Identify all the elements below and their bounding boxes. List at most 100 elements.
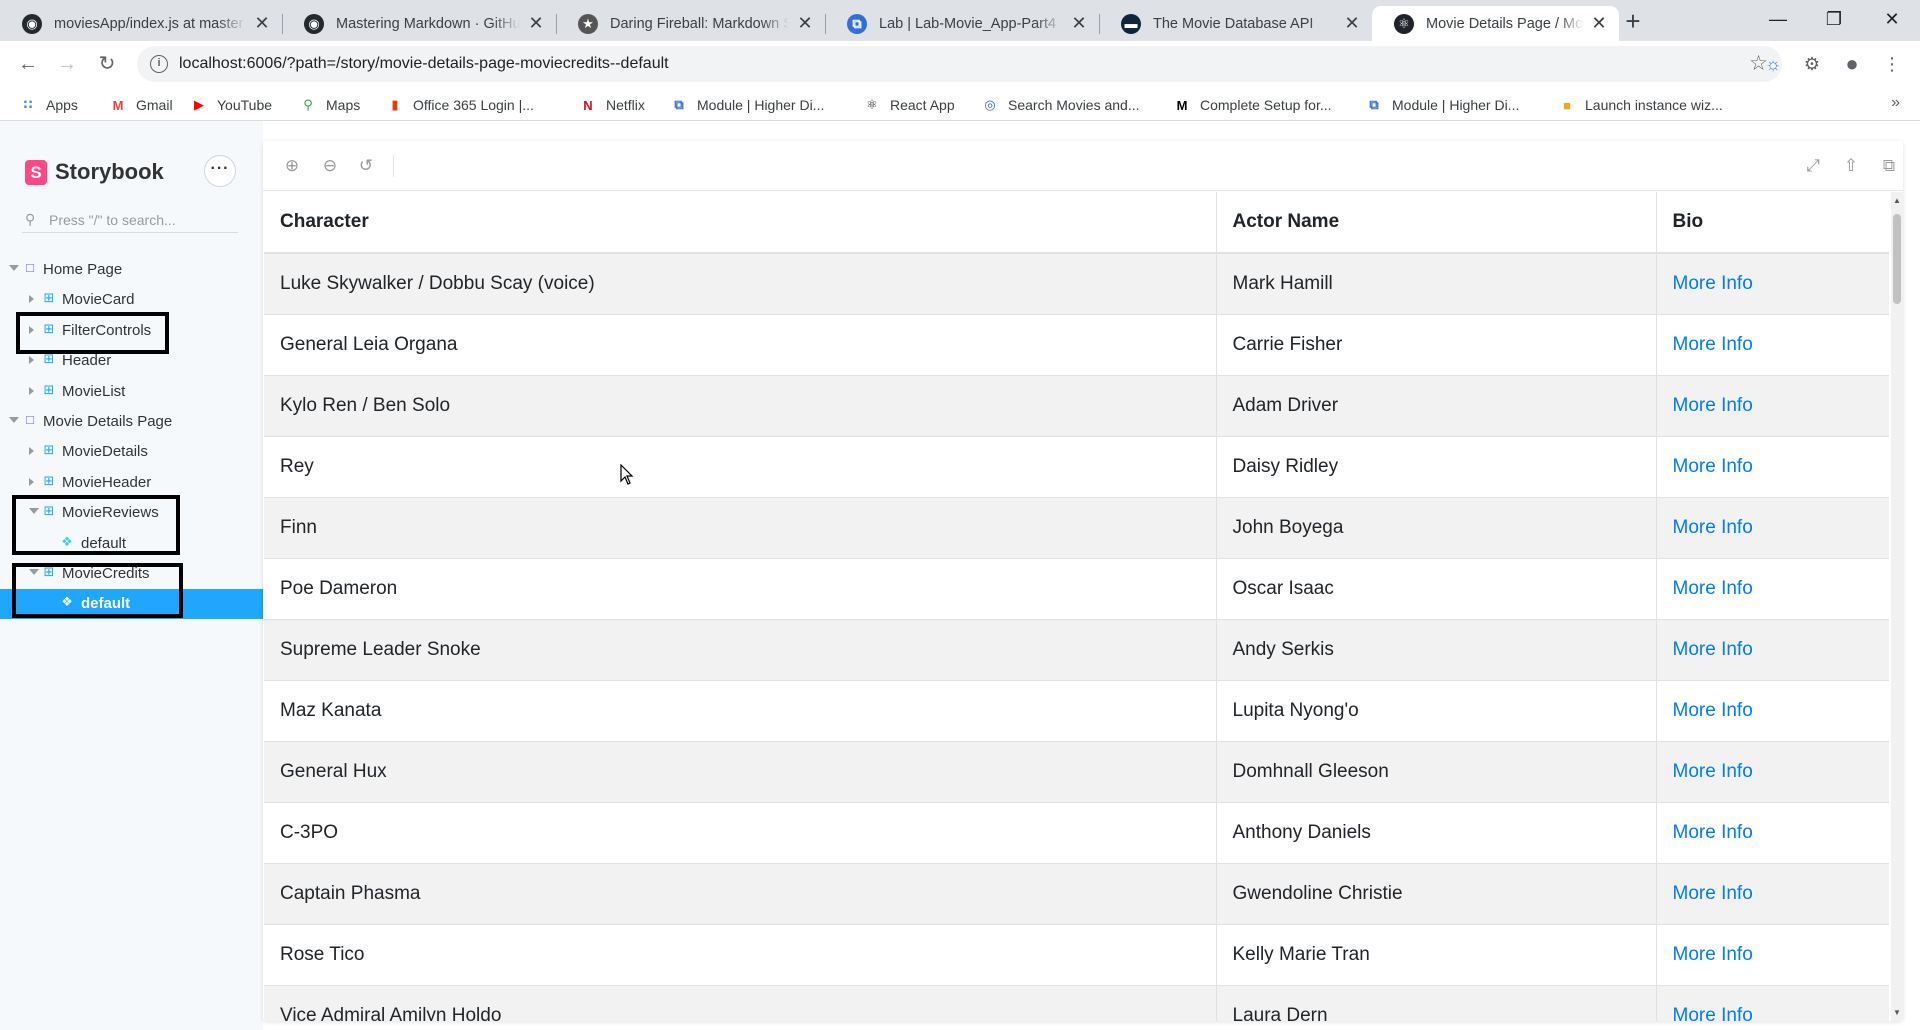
profile-avatar-icon[interactable]: ● (1840, 52, 1864, 76)
bookmark-item[interactable]: ⚛ React App (864, 94, 955, 116)
address-url[interactable]: localhost:6006/?path=/story/movie-detail… (179, 55, 669, 73)
bookmark-item[interactable]: ⧉ Module | Higher Di... (671, 94, 824, 116)
scroll-down-arrow-icon[interactable]: ▼ (1893, 1008, 1901, 1017)
tab-title: Mastering Markdown · GitHub (336, 15, 520, 32)
search-input[interactable]: ⚲ Press "/" to search... (22, 209, 238, 233)
sidebar-item-moviecard[interactable]: ⊞ MovieCard (0, 285, 263, 315)
chevron-right-icon[interactable] (29, 295, 34, 303)
back-arrow-icon[interactable]: ← (14, 50, 42, 78)
character-cell: Rey (264, 435, 1216, 497)
vertical-scrollbar[interactable]: ▲ ▼ (1891, 192, 1903, 1021)
chevron-right-icon[interactable] (29, 356, 34, 364)
sidebar-item-home-page[interactable]: □ Home Page (0, 255, 263, 285)
more-info-link[interactable]: More Info (1673, 761, 1753, 782)
chevron-down-icon[interactable] (9, 265, 19, 271)
bookmark-item[interactable]: ⚲ Maps (300, 94, 360, 116)
tmdb-icon: ▬ (1121, 13, 1141, 34)
bookmark-label: React App (890, 97, 955, 113)
more-info-link[interactable]: More Info (1673, 883, 1753, 904)
restore-window-button[interactable]: ❐ (1811, 4, 1857, 34)
browser-tab[interactable]: ⧉ Lab | Lab-Movie_App-Part4 ✕ (825, 6, 1099, 41)
sidebar-item-moviedetails[interactable]: ⊞ MovieDetails (0, 437, 263, 467)
folder-icon: □ (26, 260, 34, 275)
actor-name-cell: Laura Dern (1215, 984, 1656, 1021)
storybook-logo[interactable]: S Storybook (25, 159, 164, 185)
folder-icon: □ (26, 412, 34, 427)
fullscreen-icon[interactable]: ⤢ (1802, 155, 1824, 177)
chrome-menu-icon[interactable]: ⋮ (1880, 52, 1904, 76)
close-tab-icon[interactable]: ✕ (1589, 13, 1609, 34)
bookmark-item[interactable]: ■ Launch instance wiz... (1559, 94, 1723, 116)
bookmark-item[interactable]: M Complete Setup for... (1174, 94, 1332, 116)
table-row: Rose Tico Kelly Marie Tran More Info (264, 923, 1889, 985)
bookmark-item[interactable]: ∷ Apps (20, 94, 77, 116)
component-icon: ⊞ (43, 351, 55, 366)
more-info-link[interactable]: More Info (1673, 456, 1753, 477)
close-window-button[interactable]: ✕ (1869, 4, 1915, 34)
close-tab-icon[interactable]: ✕ (1342, 13, 1362, 34)
component-icon: ⊞ (43, 442, 55, 457)
reset-zoom-icon[interactable]: ↺ (355, 155, 377, 177)
character-cell: Rose Tico (264, 923, 1216, 985)
zoom-in-icon[interactable]: ⊕ (281, 155, 303, 177)
close-tab-icon[interactable]: ✕ (1069, 13, 1089, 34)
bookmark-item[interactable]: N Netflix (580, 94, 645, 116)
share-icon[interactable]: ⇧ (1840, 155, 1862, 177)
more-info-link[interactable]: More Info (1673, 1005, 1753, 1021)
actor-name-cell: Gwendoline Christie (1215, 862, 1656, 924)
table-header-row: Character Actor Name Bio (264, 192, 1889, 254)
browser-tab[interactable]: ★ Daring Fireball: Markdown Syntax ✕ (556, 6, 825, 41)
minimize-window-button[interactable]: — (1755, 4, 1801, 34)
bookmark-item[interactable]: ◎ Search Movies and... (982, 94, 1139, 116)
browser-tab-strip: + — ❐ ✕ ◉ moviesApp/index.js at master ✕ ◉ M… (0, 0, 1920, 41)
table-row: Supreme Leader Snoke Andy Serkis More Info (264, 618, 1889, 680)
more-info-link[interactable]: More Info (1673, 944, 1753, 965)
puzzle-extensions-icon[interactable]: ⚙ (1800, 52, 1824, 76)
search-movies-icon: ◎ (984, 97, 996, 112)
character-cell: General Hux (264, 740, 1216, 802)
close-tab-icon[interactable]: ✕ (526, 13, 546, 34)
sidebar-item-movie-details-page[interactable]: □ Movie Details Page (0, 407, 263, 437)
bookmark-item[interactable]: ▮ Office 365 Login |... (387, 94, 533, 116)
character-cell: Captain Phasma (264, 862, 1216, 924)
extension-icon[interactable]: ☼ (1761, 52, 1785, 76)
close-tab-icon[interactable]: ✕ (252, 13, 272, 34)
sidebar-item-movielist[interactable]: ⊞ MovieList (0, 377, 263, 407)
browser-tab[interactable]: ◉ Mastering Markdown · GitHub ✕ (282, 6, 556, 41)
more-info-link[interactable]: More Info (1673, 822, 1753, 843)
chevron-down-icon[interactable] (9, 417, 19, 423)
chevron-right-icon[interactable] (29, 478, 34, 486)
more-info-link[interactable]: More Info (1673, 273, 1753, 294)
more-info-link[interactable]: More Info (1673, 578, 1753, 599)
browser-tab[interactable]: ◉ moviesApp/index.js at master ✕ (0, 6, 282, 41)
copy-link-icon[interactable]: ⧉ (1878, 155, 1900, 177)
scroll-up-arrow-icon[interactable]: ▲ (1893, 196, 1901, 205)
chevron-right-icon[interactable] (29, 447, 34, 455)
more-info-link[interactable]: More Info (1673, 700, 1753, 721)
scrollbar-thumb[interactable] (1893, 214, 1901, 304)
site-info-icon[interactable]: i (150, 55, 168, 73)
module-icon: ⧉ (674, 97, 684, 112)
credits-table-container: Character Actor Name Bio Luke Skywalker … (264, 192, 1889, 1021)
reload-icon[interactable]: ↻ (93, 50, 121, 78)
more-info-link[interactable]: More Info (1673, 334, 1753, 355)
close-tab-icon[interactable]: ✕ (795, 13, 815, 34)
zoom-out-icon[interactable]: ⊖ (319, 155, 341, 177)
bookmarks-overflow-icon[interactable]: » (1891, 94, 1900, 112)
tab-title: Daring Fireball: Markdown Syntax (610, 15, 789, 32)
bookmark-item[interactable]: ⧉ Module | Higher Di... (1366, 94, 1519, 116)
browser-tab[interactable]: ▬ The Movie Database API ✕ (1099, 6, 1372, 41)
more-info-link[interactable]: More Info (1673, 395, 1753, 416)
more-info-link[interactable]: More Info (1673, 639, 1753, 660)
bookmark-item[interactable]: ▶ YouTube (191, 94, 272, 116)
browser-tab[interactable]: ⚛ Movie Details Page / MovieCredits ✕ (1372, 6, 1619, 41)
sidebar-item-movieheader[interactable]: ⊞ MovieHeader (0, 468, 263, 498)
chevron-right-icon[interactable] (29, 387, 34, 395)
table-row: General Leia Organa Carrie Fisher More Inf… (264, 313, 1889, 375)
bookmark-item[interactable]: M Gmail (110, 94, 173, 116)
address-bar[interactable]: i localhost:6006/?path=/story/movie-deta… (137, 46, 1782, 82)
more-options-button[interactable]: ··· (204, 155, 236, 187)
more-info-link[interactable]: More Info (1673, 517, 1753, 538)
forward-arrow-icon[interactable]: → (53, 50, 81, 78)
new-tab-button[interactable]: + (1619, 8, 1647, 36)
